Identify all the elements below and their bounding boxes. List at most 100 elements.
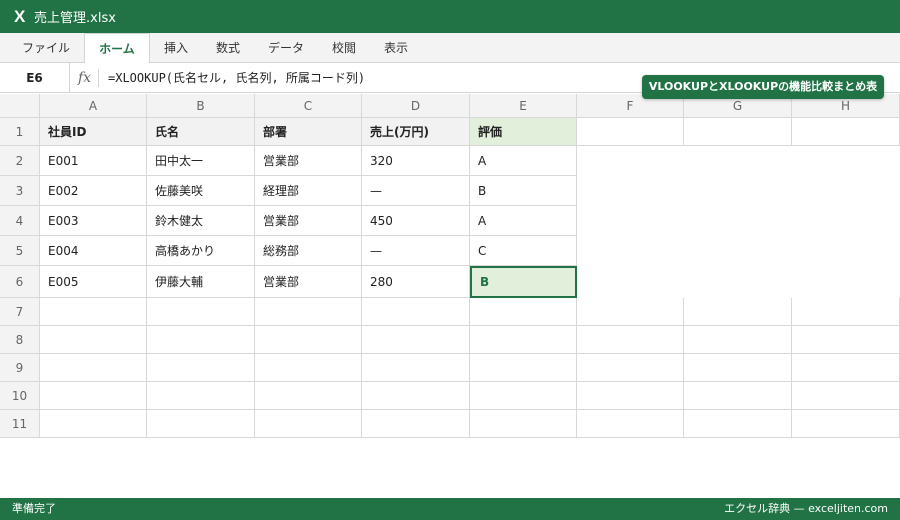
cell-c9[interactable] bbox=[255, 354, 362, 382]
cell-c4[interactable]: 営業部 bbox=[255, 206, 362, 236]
cell-e3[interactable]: B bbox=[470, 176, 577, 206]
cell-d11[interactable] bbox=[362, 410, 470, 438]
cell-h1[interactable] bbox=[792, 118, 900, 146]
name-box[interactable]: E6 bbox=[0, 63, 70, 93]
cell-a7[interactable] bbox=[40, 298, 147, 326]
cell-c5[interactable]: 総務部 bbox=[255, 236, 362, 266]
cell-e7[interactable] bbox=[470, 298, 577, 326]
cell-a4[interactable]: E003 bbox=[40, 206, 147, 236]
cell-b8[interactable] bbox=[147, 326, 255, 354]
cell-e8[interactable] bbox=[470, 326, 577, 354]
cell-d1[interactable]: 売上(万円) bbox=[362, 118, 470, 146]
cell-c7[interactable] bbox=[255, 298, 362, 326]
cell-c11[interactable] bbox=[255, 410, 362, 438]
cell-b9[interactable] bbox=[147, 354, 255, 382]
cell-c1[interactable]: 部署 bbox=[255, 118, 362, 146]
cell-h8[interactable] bbox=[792, 326, 900, 354]
cell-c6[interactable]: 営業部 bbox=[255, 266, 362, 298]
select-all-corner[interactable] bbox=[0, 94, 40, 118]
cell-b3[interactable]: 佐藤美咲 bbox=[147, 176, 255, 206]
cell-d2[interactable]: 320 bbox=[362, 146, 470, 176]
cell-g10[interactable] bbox=[684, 382, 792, 410]
cell-e4[interactable]: A bbox=[470, 206, 577, 236]
cell-a2[interactable]: E001 bbox=[40, 146, 147, 176]
tab-home[interactable]: ホーム bbox=[84, 33, 150, 64]
row-header-6[interactable]: 6 bbox=[0, 266, 40, 298]
cell-b7[interactable] bbox=[147, 298, 255, 326]
cell-e6[interactable]: B bbox=[470, 266, 577, 298]
cell-d9[interactable] bbox=[362, 354, 470, 382]
row-header-11[interactable]: 11 bbox=[0, 410, 40, 438]
cell-f11[interactable] bbox=[577, 410, 684, 438]
cell-a1[interactable]: 社員ID bbox=[40, 118, 147, 146]
cell-a9[interactable] bbox=[40, 354, 147, 382]
tab-insert[interactable]: 挿入 bbox=[164, 33, 188, 63]
cell-d5[interactable]: — bbox=[362, 236, 470, 266]
fx-icon[interactable]: fx bbox=[78, 63, 91, 93]
cell-c3[interactable]: 経理部 bbox=[255, 176, 362, 206]
cell-g11[interactable] bbox=[684, 410, 792, 438]
row-header-5[interactable]: 5 bbox=[0, 236, 40, 266]
row-header-3[interactable]: 3 bbox=[0, 176, 40, 206]
tab-review[interactable]: 校閲 bbox=[332, 33, 356, 63]
cell-h11[interactable] bbox=[792, 410, 900, 438]
cell-g1[interactable] bbox=[684, 118, 792, 146]
cell-f7[interactable] bbox=[577, 298, 684, 326]
cell-b1[interactable]: 氏名 bbox=[147, 118, 255, 146]
tab-view[interactable]: 表示 bbox=[384, 33, 408, 63]
row-header-8[interactable]: 8 bbox=[0, 326, 40, 354]
cell-c2[interactable]: 営業部 bbox=[255, 146, 362, 176]
cell-d8[interactable] bbox=[362, 326, 470, 354]
row-header-2[interactable]: 2 bbox=[0, 146, 40, 176]
row-header-7[interactable]: 7 bbox=[0, 298, 40, 326]
cell-c10[interactable] bbox=[255, 382, 362, 410]
cell-f8[interactable] bbox=[577, 326, 684, 354]
cell-b10[interactable] bbox=[147, 382, 255, 410]
cell-g8[interactable] bbox=[684, 326, 792, 354]
cell-h10[interactable] bbox=[792, 382, 900, 410]
cell-b11[interactable] bbox=[147, 410, 255, 438]
cell-a8[interactable] bbox=[40, 326, 147, 354]
column-header-e[interactable]: E bbox=[470, 94, 577, 118]
cell-b5[interactable]: 高橋あかり bbox=[147, 236, 255, 266]
row-header-9[interactable]: 9 bbox=[0, 354, 40, 382]
cell-e11[interactable] bbox=[470, 410, 577, 438]
cell-a10[interactable] bbox=[40, 382, 147, 410]
cell-e2[interactable]: A bbox=[470, 146, 577, 176]
cell-b6[interactable]: 伊藤大輔 bbox=[147, 266, 255, 298]
tab-formulas[interactable]: 数式 bbox=[216, 33, 240, 63]
tab-file[interactable]: ファイル bbox=[22, 33, 70, 63]
cell-g9[interactable] bbox=[684, 354, 792, 382]
cell-e10[interactable] bbox=[470, 382, 577, 410]
cell-f9[interactable] bbox=[577, 354, 684, 382]
cell-a6[interactable]: E005 bbox=[40, 266, 147, 298]
cell-b2[interactable]: 田中太一 bbox=[147, 146, 255, 176]
formula-input[interactable]: =XLOOKUP(氏名セル, 氏名列, 所属コード列) bbox=[108, 63, 365, 93]
row-header-1[interactable]: 1 bbox=[0, 118, 40, 146]
column-header-c[interactable]: C bbox=[255, 94, 362, 118]
cell-d3[interactable]: — bbox=[362, 176, 470, 206]
cell-e9[interactable] bbox=[470, 354, 577, 382]
column-header-d[interactable]: D bbox=[362, 94, 470, 118]
column-header-a[interactable]: A bbox=[40, 94, 147, 118]
column-header-b[interactable]: B bbox=[147, 94, 255, 118]
cell-e5[interactable]: C bbox=[470, 236, 577, 266]
cell-a3[interactable]: E002 bbox=[40, 176, 147, 206]
tab-data[interactable]: データ bbox=[268, 33, 304, 63]
cell-f10[interactable] bbox=[577, 382, 684, 410]
cell-d7[interactable] bbox=[362, 298, 470, 326]
cell-a11[interactable] bbox=[40, 410, 147, 438]
cell-a5[interactable]: E004 bbox=[40, 236, 147, 266]
cell-d6[interactable]: 280 bbox=[362, 266, 470, 298]
cell-f1[interactable] bbox=[577, 118, 684, 146]
cell-h9[interactable] bbox=[792, 354, 900, 382]
cell-e1[interactable]: 評価 bbox=[470, 118, 577, 146]
row-header-10[interactable]: 10 bbox=[0, 382, 40, 410]
cell-g7[interactable] bbox=[684, 298, 792, 326]
cell-c8[interactable] bbox=[255, 326, 362, 354]
cell-h7[interactable] bbox=[792, 298, 900, 326]
cell-d4[interactable]: 450 bbox=[362, 206, 470, 236]
cell-b4[interactable]: 鈴木健太 bbox=[147, 206, 255, 236]
row-header-4[interactable]: 4 bbox=[0, 206, 40, 236]
cell-d10[interactable] bbox=[362, 382, 470, 410]
